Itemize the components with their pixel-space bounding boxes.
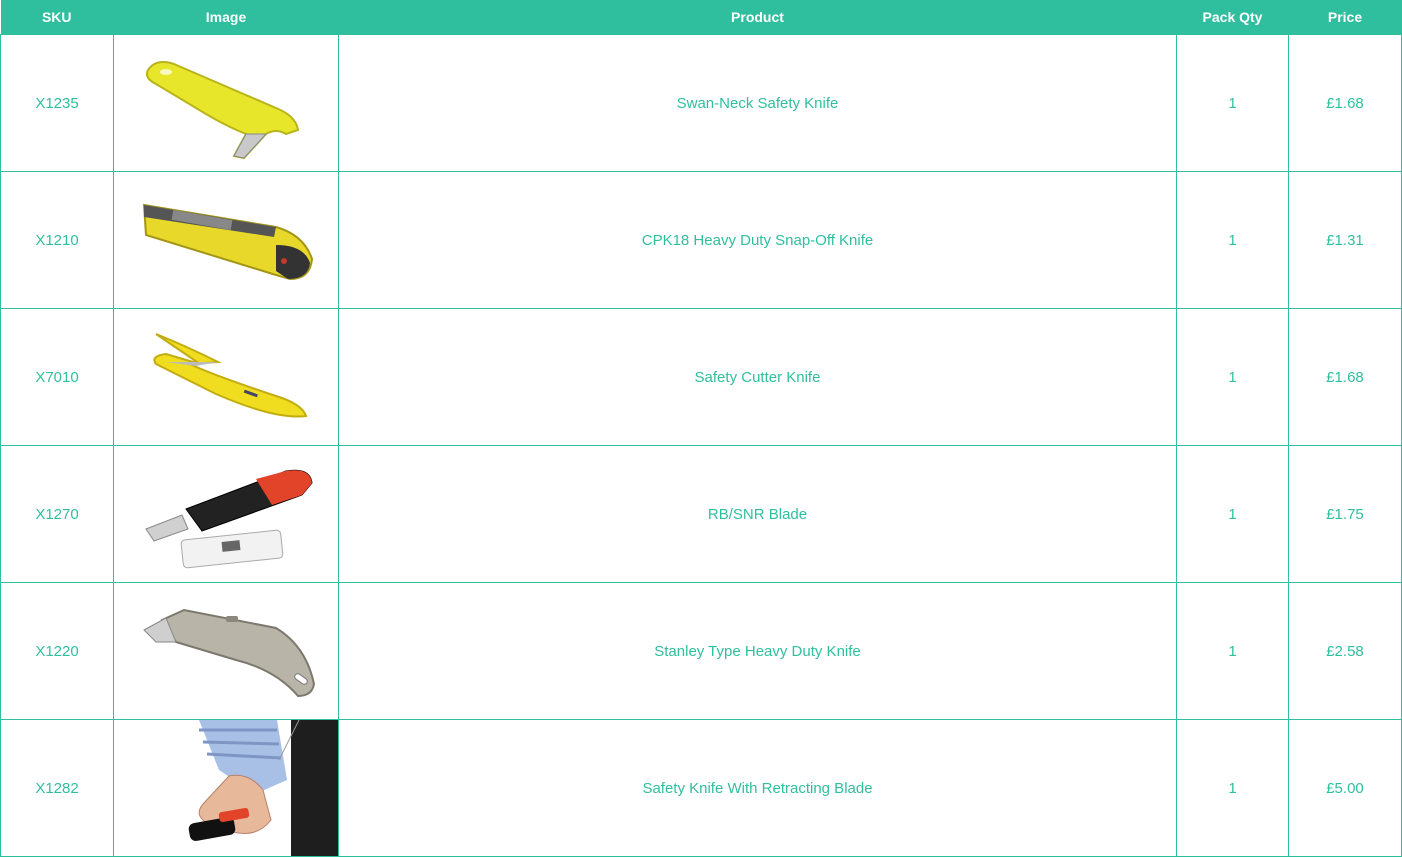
- sku-cell: X1220: [0, 582, 114, 720]
- pack-qty-cell: 1: [1176, 171, 1289, 309]
- pack-qty-cell: 1: [1176, 719, 1289, 857]
- table-row[interactable]: X1235 Swan-Neck Safety Knife 1 £1.68: [0, 34, 1402, 172]
- table-row[interactable]: X1210 CPK18 Heavy Duty Snap-Off Knife 1 …: [0, 171, 1402, 309]
- sku-cell: X1210: [0, 171, 114, 309]
- product-link[interactable]: Stanley Type Heavy Duty Knife: [338, 582, 1177, 720]
- price-cell: £5.00: [1288, 719, 1402, 857]
- table-row[interactable]: X1270 RB/SNR Blade 1 £1.75: [0, 445, 1402, 583]
- pack-qty-cell: 1: [1176, 308, 1289, 446]
- product-link[interactable]: Safety Knife With Retracting Blade: [338, 719, 1177, 857]
- image-cell[interactable]: [113, 582, 339, 720]
- rb-snr-blade-image[interactable]: [126, 449, 326, 579]
- product-link[interactable]: Swan-Neck Safety Knife: [338, 34, 1177, 172]
- safety-cutter-image[interactable]: [126, 312, 326, 442]
- product-link[interactable]: Safety Cutter Knife: [338, 308, 1177, 446]
- price-cell: £2.58: [1288, 582, 1402, 720]
- header-pack-qty[interactable]: Pack Qty: [1176, 0, 1289, 35]
- swan-neck-knife-image[interactable]: [126, 38, 326, 168]
- image-cell[interactable]: [113, 171, 339, 309]
- sku-cell: X1270: [0, 445, 114, 583]
- product-link[interactable]: CPK18 Heavy Duty Snap-Off Knife: [338, 171, 1177, 309]
- header-price[interactable]: Price: [1288, 0, 1402, 35]
- image-cell[interactable]: [113, 34, 339, 172]
- price-cell: £1.31: [1288, 171, 1402, 309]
- table-row[interactable]: X1282 Safety Knife With Retracting Blade…: [0, 719, 1402, 857]
- table-row[interactable]: X7010 Safety Cutter Knife 1 £1.68: [0, 308, 1402, 446]
- product-link[interactable]: RB/SNR Blade: [338, 445, 1177, 583]
- image-cell[interactable]: [113, 445, 339, 583]
- table-row[interactable]: X1220 Stanley Type Heavy Duty Knife 1 £2…: [0, 582, 1402, 720]
- table-header-row: SKU Image Product Pack Qty Price: [0, 0, 1402, 35]
- pack-qty-cell: 1: [1176, 445, 1289, 583]
- retracting-knife-image[interactable]: [159, 720, 339, 856]
- pack-qty-cell: 1: [1176, 34, 1289, 172]
- image-cell[interactable]: [113, 308, 339, 446]
- sku-cell: X7010: [0, 308, 114, 446]
- price-cell: £1.68: [1288, 308, 1402, 446]
- stanley-knife-image[interactable]: [126, 586, 326, 716]
- price-cell: £1.75: [1288, 445, 1402, 583]
- sku-cell: X1282: [0, 719, 114, 857]
- pack-qty-cell: 1: [1176, 582, 1289, 720]
- header-sku[interactable]: SKU: [0, 0, 114, 35]
- header-product[interactable]: Product: [338, 0, 1177, 35]
- snap-off-knife-image[interactable]: [126, 175, 326, 305]
- price-cell: £1.68: [1288, 34, 1402, 172]
- image-cell[interactable]: [113, 719, 339, 857]
- product-table: SKU Image Product Pack Qty Price X1235 S…: [0, 0, 1402, 857]
- header-image[interactable]: Image: [113, 0, 339, 35]
- sku-cell: X1235: [0, 34, 114, 172]
